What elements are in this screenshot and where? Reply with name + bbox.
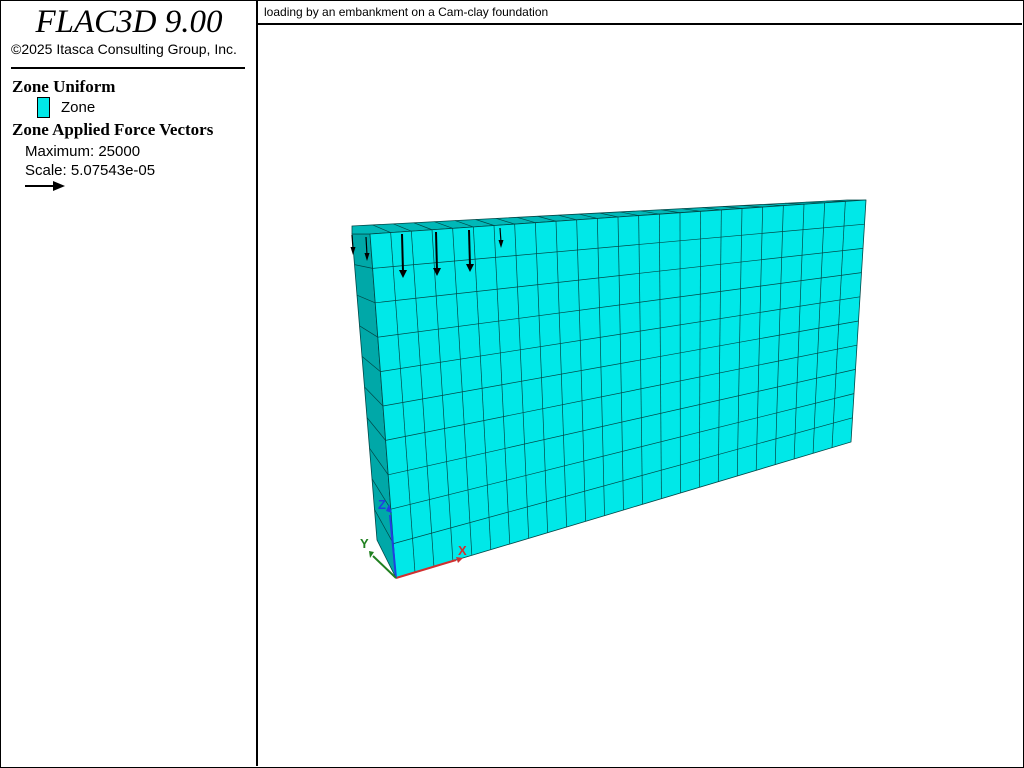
zone-mesh: [351, 199, 867, 579]
zone-legend-label: Zone: [61, 99, 96, 116]
arrow-legend-icon: [25, 181, 65, 191]
model-viewport[interactable]: X Y Z: [258, 25, 1022, 766]
force-vector-shaft: [401, 233, 404, 273]
force-vector-shaft: [468, 229, 471, 267]
x-axis-label: X: [458, 543, 467, 558]
legend-zone-uniform-title: Zone Uniform: [12, 77, 116, 96]
z-axis-label: Z: [378, 497, 386, 512]
legend-force-vectors-title: Zone Applied Force Vectors: [12, 120, 214, 139]
force-maximum-text: Maximum: 25000: [25, 143, 141, 160]
force-vector-shaft: [435, 231, 438, 271]
copyright-text: ©2025 Itasca Consulting Group, Inc.: [11, 41, 237, 57]
model-view-svg: X Y Z: [350, 199, 867, 579]
app-title: FLAC3D 9.00: [35, 4, 223, 40]
legend-divider: [11, 67, 245, 69]
zone-color-swatch: [37, 97, 50, 118]
legend-panel: FLAC3D 9.00 ©2025 Itasca Consulting Grou…: [1, 1, 258, 766]
force-scale-text: Scale: 5.07543e-05: [25, 162, 156, 179]
plot-title: loading by an embankment on a Cam-clay f…: [264, 5, 549, 19]
y-axis-label: Y: [360, 536, 369, 551]
plot-title-bar: loading by an embankment on a Cam-clay f…: [258, 1, 1022, 25]
